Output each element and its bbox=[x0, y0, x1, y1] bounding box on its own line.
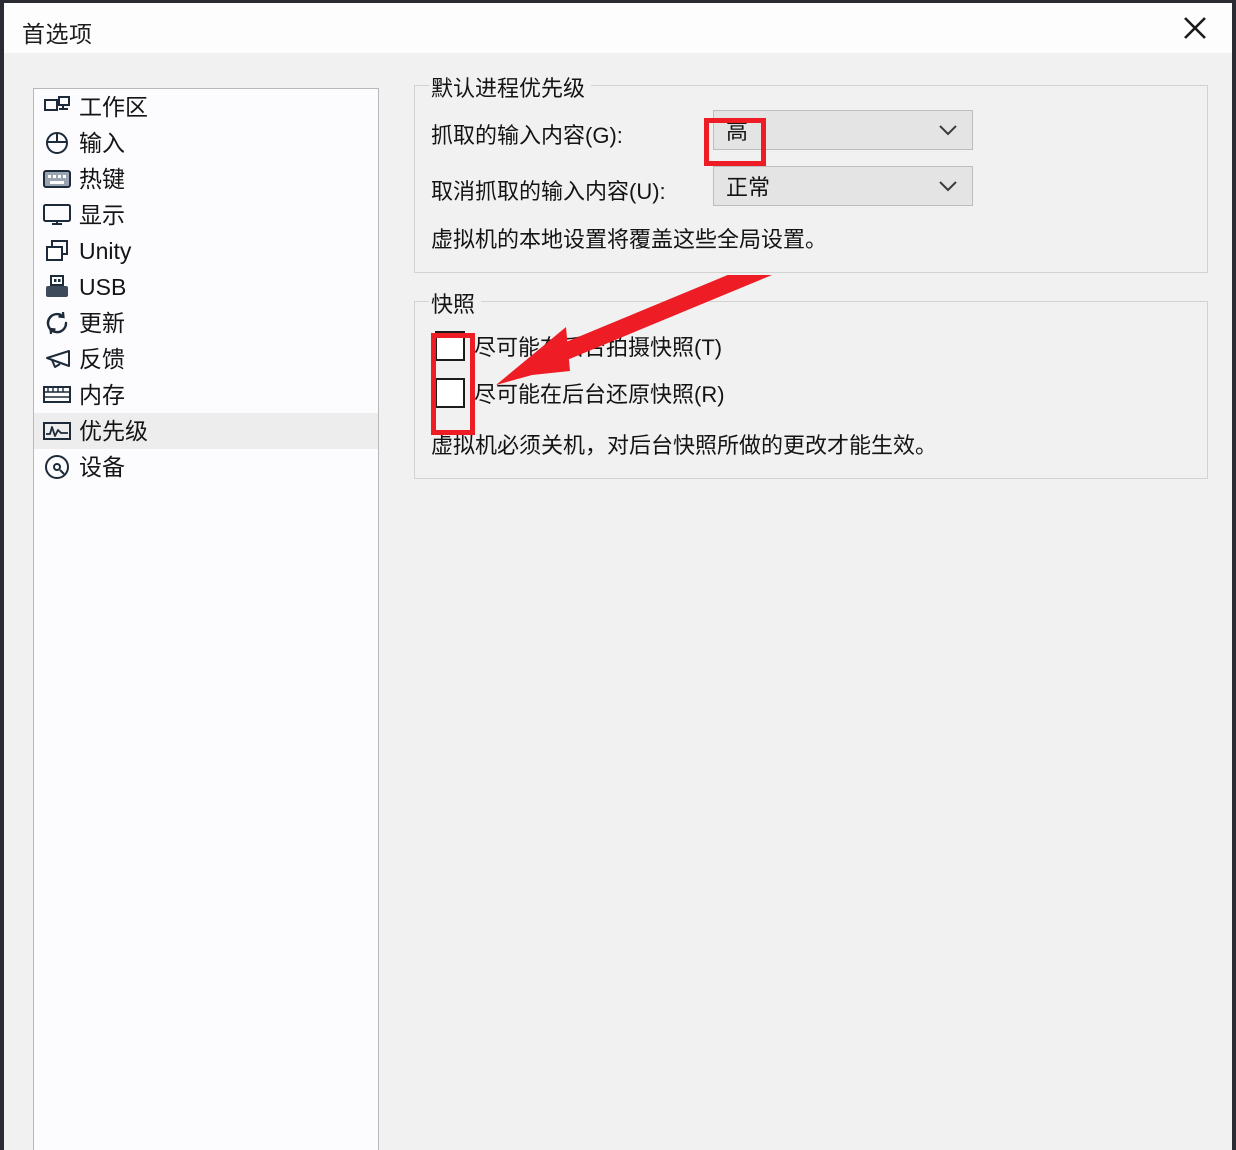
memory-icon bbox=[42, 382, 72, 408]
sidebar-item-label: 输入 bbox=[79, 129, 125, 156]
sidebar-item-label: 反馈 bbox=[79, 345, 125, 372]
background-restore-snapshot-row[interactable]: 尽可能在后台还原快照(R) bbox=[435, 377, 725, 409]
sidebar-item-label: USB bbox=[79, 273, 127, 300]
priority-note: 虚拟机的本地设置将覆盖这些全局设置。 bbox=[431, 227, 828, 252]
sidebar-item-usb[interactable]: USB bbox=[34, 269, 378, 305]
grabbed-input-row: 抓取的输入内容(G): bbox=[431, 118, 623, 150]
chevron-down-icon bbox=[938, 180, 958, 192]
screenshot-root: 首选项 工作区 输入 热键 显示 Unity USB 更新 反馈 内存 优先级 … bbox=[0, 0, 1236, 1150]
priority-graph-icon bbox=[42, 418, 72, 444]
grabbed-input-value: 高 bbox=[726, 119, 749, 144]
refresh-icon bbox=[42, 310, 72, 336]
background-take-snapshot-label: 尽可能在后台拍摄快照(T) bbox=[474, 335, 723, 360]
group-legend-snapshot: 快照 bbox=[429, 287, 482, 319]
sidebar-item-memory[interactable]: 内存 bbox=[34, 377, 378, 413]
usb-icon bbox=[42, 274, 72, 300]
settings-detail-pane: 默认进程优先级 抓取的输入内容(G): 高 取消抓取的输入内容(U): 正常 虚… bbox=[414, 71, 1208, 479]
chevron-down-icon bbox=[938, 124, 958, 136]
close-button[interactable] bbox=[1166, 3, 1224, 53]
megaphone-icon bbox=[42, 346, 72, 372]
sidebar-item-label: 工作区 bbox=[79, 93, 148, 120]
settings-category-list[interactable]: 工作区 输入 热键 显示 Unity USB 更新 反馈 内存 优先级 设备 bbox=[33, 88, 379, 1150]
preferences-dialog: 首选项 工作区 输入 热键 显示 Unity USB 更新 反馈 内存 优先级 … bbox=[0, 0, 1236, 1150]
sidebar-item-unity[interactable]: Unity bbox=[34, 233, 378, 269]
dialog-body: 工作区 输入 热键 显示 Unity USB 更新 反馈 内存 优先级 设备 默… bbox=[4, 53, 1232, 1150]
sidebar-item-label: Unity bbox=[79, 237, 132, 264]
grabbed-input-select[interactable]: 高 bbox=[713, 110, 973, 150]
sidebar-item-feedback[interactable]: 反馈 bbox=[34, 341, 378, 377]
group-legend-priority: 默认进程优先级 bbox=[429, 71, 592, 103]
background-restore-snapshot-checkbox[interactable] bbox=[435, 378, 465, 408]
ungrabbed-input-value: 正常 bbox=[726, 175, 771, 200]
sidebar-item-priority[interactable]: 优先级 bbox=[34, 413, 378, 449]
snapshot-note: 虚拟机必须关机，对后台快照所做的更改才能生效。 bbox=[431, 433, 938, 458]
background-take-snapshot-row[interactable]: 尽可能在后台拍摄快照(T) bbox=[435, 330, 722, 362]
ungrabbed-input-select[interactable]: 正常 bbox=[713, 166, 973, 206]
sidebar-item-display[interactable]: 显示 bbox=[34, 197, 378, 233]
sidebar-item-label: 优先级 bbox=[79, 417, 148, 444]
sidebar-item-updates[interactable]: 更新 bbox=[34, 305, 378, 341]
page-title: 首选项 bbox=[22, 21, 93, 47]
sidebar-item-label: 显示 bbox=[79, 201, 125, 228]
sidebar-item-devices[interactable]: 设备 bbox=[34, 449, 378, 485]
ungrabbed-input-row: 取消抓取的输入内容(U): bbox=[431, 174, 666, 206]
title-bar: 首选项 bbox=[4, 3, 1232, 54]
snapshot-group: 快照 尽可能在后台拍摄快照(T) 尽可能在后台还原快照(R) 虚拟机必须关机，对… bbox=[414, 287, 1208, 479]
sidebar-item-input[interactable]: 输入 bbox=[34, 125, 378, 161]
close-icon bbox=[1180, 13, 1210, 43]
windows-stack-icon bbox=[42, 238, 72, 264]
sidebar-item-label: 热键 bbox=[79, 165, 125, 192]
keyboard-icon bbox=[42, 166, 72, 192]
disc-icon bbox=[42, 454, 72, 480]
sidebar-item-label: 更新 bbox=[79, 309, 125, 336]
default-process-priority-group: 默认进程优先级 抓取的输入内容(G): 高 取消抓取的输入内容(U): 正常 虚… bbox=[414, 71, 1208, 273]
background-restore-snapshot-label: 尽可能在后台还原快照(R) bbox=[474, 382, 725, 407]
workspace-icon bbox=[42, 94, 72, 120]
sidebar-item-label: 内存 bbox=[79, 381, 125, 408]
grabbed-input-label: 抓取的输入内容(G): bbox=[431, 123, 623, 148]
monitor-icon bbox=[42, 202, 72, 228]
sidebar-item-hotkeys[interactable]: 热键 bbox=[34, 161, 378, 197]
background-take-snapshot-checkbox[interactable] bbox=[435, 331, 465, 361]
sidebar-item-workspace[interactable]: 工作区 bbox=[34, 89, 378, 125]
mouse-icon bbox=[42, 130, 72, 156]
ungrabbed-input-label: 取消抓取的输入内容(U): bbox=[431, 179, 666, 204]
sidebar-item-label: 设备 bbox=[79, 453, 125, 480]
